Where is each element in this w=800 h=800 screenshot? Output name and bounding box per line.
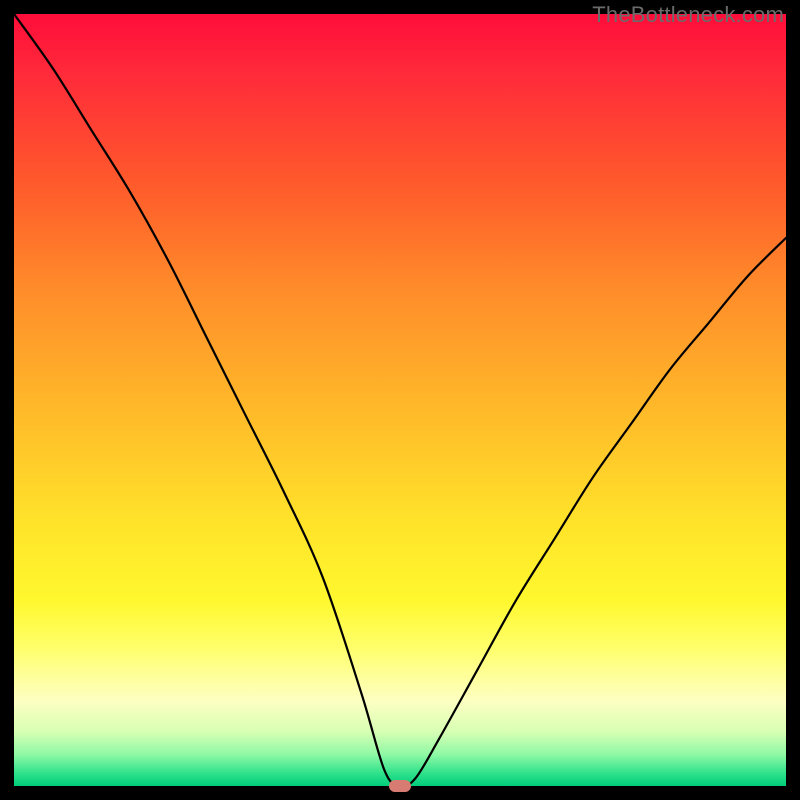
chart-container: TheBottleneck.com xyxy=(0,0,800,800)
plot-gradient-background xyxy=(14,14,786,786)
optimal-point-marker xyxy=(389,780,411,792)
attribution-label: TheBottleneck.com xyxy=(592,2,784,28)
